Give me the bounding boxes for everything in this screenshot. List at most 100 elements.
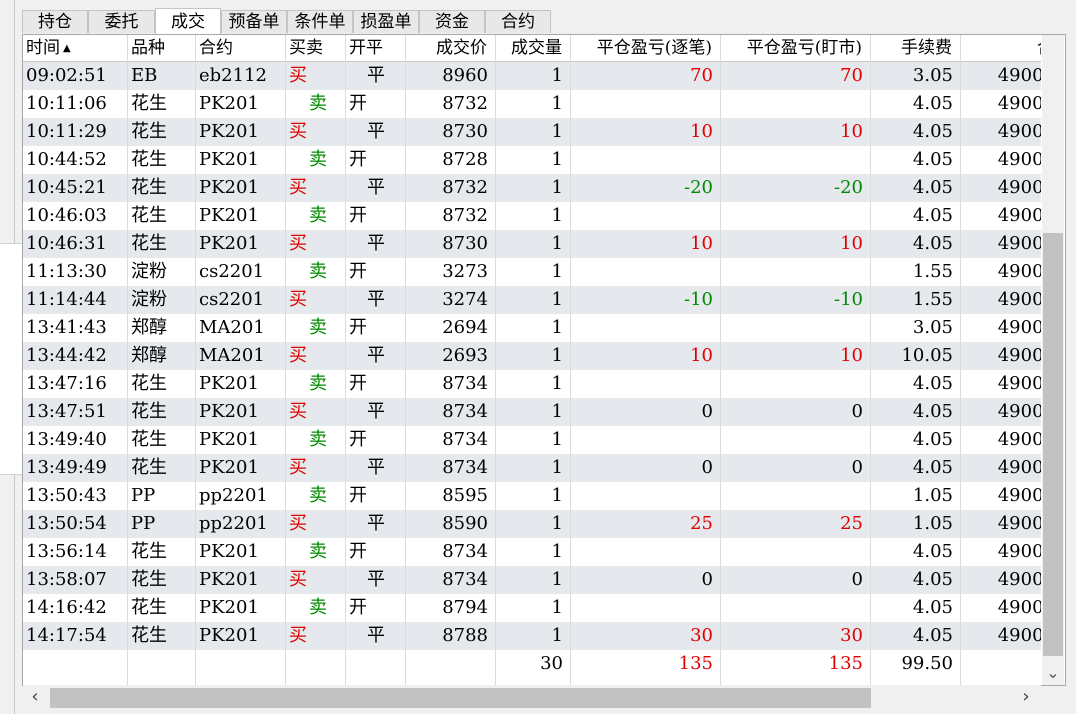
table-row[interactable]: 10:45:21 花生 PK201 买 平 8732 1 -20 -20 4.05 49002: [23, 174, 1041, 202]
trade-time: 10:44:52: [26, 149, 107, 170]
trade-time: 13:47:16: [26, 373, 107, 394]
openclose-header[interactable]: 开平: [346, 35, 406, 63]
trade-variety: 花生: [131, 429, 167, 450]
trade-variety: 花生: [131, 93, 167, 114]
trade-side: 买: [289, 233, 307, 254]
trade-id: 49003: [997, 373, 1041, 394]
volume-header[interactable]: 成交量: [496, 35, 571, 63]
trade-fee: 4.05: [912, 541, 953, 562]
tab-4[interactable]: 条件单: [287, 10, 353, 33]
contract-header[interactable]: 合约: [196, 35, 286, 63]
trade-contract: PK201: [199, 457, 259, 478]
trade-time: 10:46:31: [26, 233, 107, 254]
trade-openclose: 平: [367, 289, 385, 310]
column-divider: [127, 35, 128, 685]
scroll-left-icon[interactable]: ‹: [23, 686, 47, 708]
table-row[interactable]: 09:02:51 EB eb2112 买 平 8960 1 70 70 3.05 49001: [23, 62, 1041, 90]
trade-time: 13:50:43: [26, 485, 107, 506]
table-row[interactable]: 14:16:42 花生 PK201 卖 开 8794 1 4.05 49003: [23, 594, 1041, 622]
trade-side: 卖: [309, 597, 327, 618]
trade-time: 10:45:21: [26, 177, 107, 198]
trade-time: 09:02:51: [26, 65, 107, 86]
trade-fee: 1.55: [912, 289, 953, 310]
table-row[interactable]: 10:46:03 花生 PK201 卖 开 8732 1 4.05 49002: [23, 202, 1041, 230]
trade-variety: 花生: [131, 625, 167, 646]
tab-7[interactable]: 合约: [485, 10, 551, 33]
tab-2[interactable]: 成交: [155, 8, 221, 34]
pnl-trade-header-label: 平仓盈亏(逐笔): [596, 38, 712, 58]
trade-contract: cs2201: [199, 261, 265, 282]
id-header[interactable]: 合: [961, 35, 1041, 63]
trade-pnl-mtm: [721, 370, 871, 398]
trade-pnl-trade: 25: [690, 513, 713, 534]
trade-pnl-trade: [571, 314, 721, 342]
vertical-scroll-thumb[interactable]: [1043, 233, 1063, 656]
trade-price: 8728: [442, 149, 488, 170]
trade-id: 49003: [997, 597, 1041, 618]
totals-row: 30 135 135 99.50: [23, 650, 1041, 678]
trade-pnl-trade: -20: [684, 177, 713, 198]
fee-header-label: 手续费: [901, 38, 952, 58]
trade-fee: 4.05: [912, 149, 953, 170]
trade-price: 8734: [442, 429, 488, 450]
scroll-right-icon[interactable]: ›: [1014, 686, 1038, 708]
scroll-down-icon[interactable]: ⌄: [1042, 662, 1064, 684]
trade-fee: 4.05: [912, 177, 953, 198]
trade-id: 49003: [997, 261, 1041, 282]
trade-price: 8590: [442, 513, 488, 534]
total-pnl-trade: 135: [678, 653, 713, 674]
trade-id: 49003: [997, 289, 1041, 310]
tab-1[interactable]: 委托: [88, 10, 155, 33]
trade-contract: PK201: [199, 401, 259, 422]
table-row[interactable]: 13:49:49 花生 PK201 买 平 8734 1 0 0 4.05 49003: [23, 454, 1041, 482]
trade-price: 8595: [442, 485, 488, 506]
side-header[interactable]: 买卖: [286, 35, 346, 63]
time-header[interactable]: 时间 ▲: [23, 35, 128, 63]
trade-pnl-trade: [571, 202, 721, 230]
trade-volume: 1: [551, 373, 563, 394]
tab-5[interactable]: 损盈单: [353, 10, 419, 33]
column-divider: [405, 35, 406, 685]
trade-openclose: 开: [349, 205, 367, 226]
table-row[interactable]: 13:56:14 花生 PK201 卖 开 8734 1 4.05 49003: [23, 538, 1041, 566]
trade-openclose: 平: [367, 513, 385, 534]
table-row[interactable]: 13:49:40 花生 PK201 卖 开 8734 1 4.05 49003: [23, 426, 1041, 454]
trade-openclose: 开: [349, 317, 367, 338]
table-row[interactable]: 13:44:42 郑醇 MA201 买 平 2693 1 10 10 10.05 49003: [23, 342, 1041, 370]
tab-0[interactable]: 持仓: [22, 10, 88, 33]
price-header[interactable]: 成交价: [406, 35, 496, 63]
trade-volume: 1: [551, 65, 563, 86]
table-row[interactable]: 13:41:43 郑醇 MA201 卖 开 2694 1 3.05 49003: [23, 314, 1041, 342]
pnl-trade-header[interactable]: 平仓盈亏(逐笔): [571, 35, 721, 63]
trade-side: 买: [289, 121, 307, 142]
trade-openclose: 开: [349, 261, 367, 282]
table-row[interactable]: 13:47:16 花生 PK201 卖 开 8734 1 4.05 49003: [23, 370, 1041, 398]
table-row[interactable]: 11:14:44 淀粉 cs2201 买 平 3274 1 -10 -10 1.55 49003: [23, 286, 1041, 314]
pnl-mtm-header[interactable]: 平仓盈亏(盯市): [721, 35, 871, 63]
table-row[interactable]: 10:44:52 花生 PK201 卖 开 8728 1 4.05 49002: [23, 146, 1041, 174]
table-row[interactable]: 14:17:54 花生 PK201 买 平 8788 1 30 30 4.05 49003: [23, 622, 1041, 650]
table-row[interactable]: 11:13:30 淀粉 cs2201 卖 开 3273 1 1.55 49003: [23, 258, 1041, 286]
table-row[interactable]: 10:46:31 花生 PK201 买 平 8730 1 10 10 4.05 49002: [23, 230, 1041, 258]
trade-contract: PK201: [199, 373, 259, 394]
trade-side: 买: [289, 513, 307, 534]
tab-3[interactable]: 预备单: [221, 10, 287, 33]
table-row[interactable]: 10:11:06 花生 PK201 卖 开 8732 1 4.05 49002: [23, 90, 1041, 118]
horizontal-scroll-thumb[interactable]: [50, 688, 871, 708]
table-row[interactable]: 13:50:43 PP pp2201 卖 开 8595 1 1.05 49003: [23, 482, 1041, 510]
table-row[interactable]: 13:47:51 花生 PK201 买 平 8734 1 0 0 4.05 49003: [23, 398, 1041, 426]
variety-header[interactable]: 品种: [128, 35, 196, 63]
contract-header-label: 合约: [199, 38, 233, 58]
trade-side: 卖: [309, 485, 327, 506]
trade-openclose: 开: [349, 93, 367, 114]
tab-6[interactable]: 资金: [419, 10, 485, 33]
fee-header[interactable]: 手续费: [871, 35, 961, 63]
trade-contract: pp2201: [199, 485, 268, 506]
column-divider: [195, 35, 196, 685]
trade-side: 卖: [309, 317, 327, 338]
trade-contract: PK201: [199, 541, 259, 562]
table-row[interactable]: 13:58:07 花生 PK201 买 平 8734 1 0 0 4.05 49003: [23, 566, 1041, 594]
table-row[interactable]: 13:50:54 PP pp2201 买 平 8590 1 25 25 1.05 49003: [23, 510, 1041, 538]
table-row[interactable]: 10:11:29 花生 PK201 买 平 8730 1 10 10 4.05 49002: [23, 118, 1041, 146]
column-divider: [345, 35, 346, 685]
